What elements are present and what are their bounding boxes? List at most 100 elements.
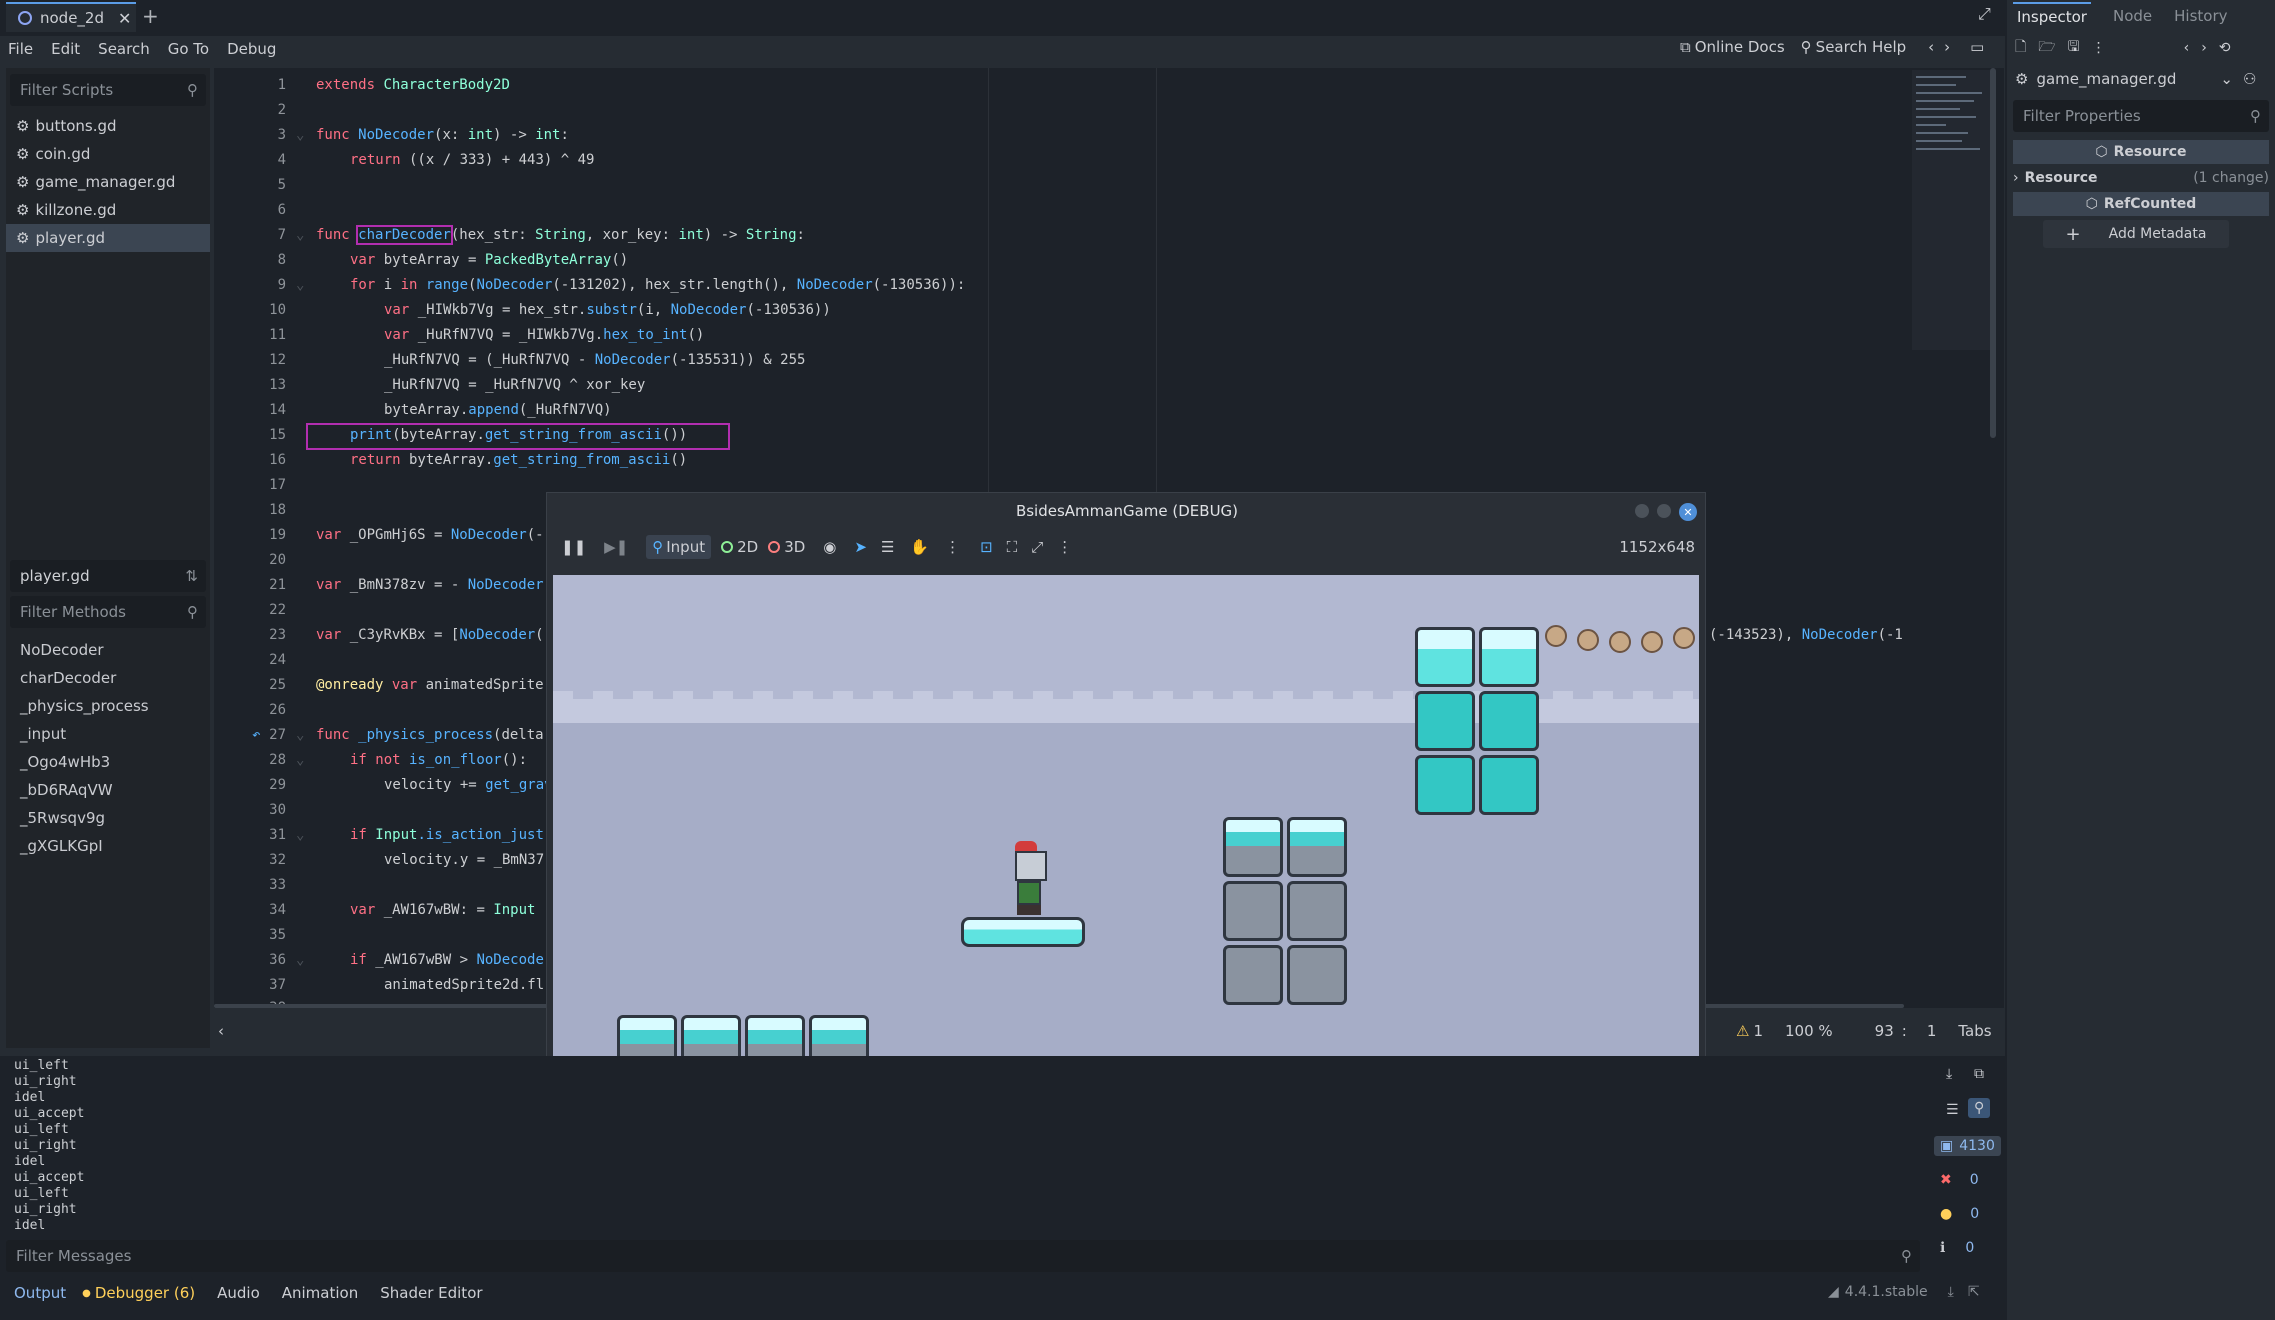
current-script-field[interactable]: player.gd ⇅ bbox=[10, 560, 206, 592]
search-help-button[interactable]: Search Help bbox=[1816, 38, 1907, 56]
menu-search[interactable]: Search bbox=[98, 40, 150, 58]
select-arrow-icon[interactable]: ➤ bbox=[854, 538, 867, 556]
tab-inspector[interactable]: Inspector bbox=[2013, 2, 2091, 30]
input-mode-button[interactable]: ⚲ Input bbox=[646, 535, 712, 559]
tab-debugger[interactable]: Debugger (6) bbox=[95, 1284, 195, 1302]
warning-count[interactable]: 1 bbox=[1753, 1022, 1763, 1040]
camera-override-icon[interactable]: ⊡ bbox=[980, 538, 993, 556]
menu-debug[interactable]: Debug bbox=[227, 40, 276, 58]
mode-3d-button[interactable]: 3D bbox=[768, 538, 805, 556]
chevron-right-icon[interactable]: › bbox=[2201, 40, 2207, 56]
more-vertical-icon[interactable]: ⋮ bbox=[1057, 538, 1072, 556]
online-docs-button[interactable]: Online Docs bbox=[1695, 38, 1785, 56]
tab-output[interactable]: Output bbox=[14, 1284, 66, 1302]
expand-panel-icon[interactable]: ⇱ bbox=[1968, 1284, 1980, 1300]
sort-icon[interactable]: ⇅ bbox=[185, 567, 198, 585]
warning-count-button[interactable]: ● 0 bbox=[1940, 1206, 1979, 1222]
code-token: get_string_from_ascii bbox=[484, 427, 662, 443]
filter-scripts-input[interactable]: Filter Scripts ⚲ bbox=[10, 74, 206, 106]
chain-bead bbox=[1545, 625, 1567, 647]
more-vertical-icon[interactable]: ⋮ bbox=[2092, 40, 2106, 56]
code-token: ( bbox=[535, 627, 544, 643]
method-item[interactable]: _Ogo4wHb3 bbox=[10, 748, 206, 776]
tab-animation[interactable]: Animation bbox=[282, 1284, 358, 1302]
game-window-titlebar[interactable]: BsidesAmmanGame (DEBUG) ✕ bbox=[547, 493, 1707, 529]
menu-goto[interactable]: Go To bbox=[168, 40, 209, 58]
pin-icon[interactable]: ⤓ bbox=[1948, 1284, 1954, 1300]
tab-node[interactable]: Node bbox=[2113, 7, 2152, 25]
method-item[interactable]: _physics_process bbox=[10, 692, 206, 720]
close-icon[interactable]: ✕ bbox=[118, 9, 131, 28]
method-item[interactable]: charDecoder bbox=[10, 664, 206, 692]
minimize-icon[interactable] bbox=[1635, 504, 1649, 518]
filter-properties-input[interactable]: Filter Properties ⚲ bbox=[2013, 100, 2269, 132]
filter-messages-input[interactable]: Filter Messages ⚲ bbox=[6, 1240, 1920, 1272]
clear-icon[interactable]: ⤓ bbox=[1946, 1066, 1952, 1082]
object-properties-icon[interactable]: ⚇ bbox=[2243, 70, 2256, 88]
output-side-buttons: ⤓ ⧉ ☰ ⚲ ▣ 4130 ✖ 0 ● 0 ℹ0 bbox=[1920, 1060, 2001, 1276]
scene-tab[interactable]: node_2d ✕ bbox=[6, 2, 136, 32]
fold-chevron-icon[interactable]: ⌄ bbox=[296, 948, 304, 973]
history-icon[interactable]: ⟲ bbox=[2219, 40, 2231, 56]
resource-selector[interactable]: ⚙ game_manager.gd ⌄ ⚇ bbox=[2007, 64, 2275, 94]
collapse-left-icon[interactable]: ‹ bbox=[218, 1022, 224, 1040]
section-resource-header[interactable]: ⬡ Resource bbox=[2013, 140, 2269, 164]
maximize-icon[interactable] bbox=[1657, 504, 1671, 518]
fold-chevron-icon[interactable]: ⌄ bbox=[296, 223, 304, 248]
fold-chevron-icon[interactable]: ⌄ bbox=[296, 273, 304, 298]
more-vertical-icon[interactable]: ⋮ bbox=[945, 538, 960, 556]
add-metadata-button[interactable]: + Add Metadata bbox=[2043, 220, 2229, 248]
line-number: 1 bbox=[277, 77, 286, 93]
log-count-button[interactable]: ▣ 4130 bbox=[1934, 1136, 2001, 1156]
add-tab-icon[interactable]: + bbox=[142, 4, 159, 28]
info-count-button[interactable]: ℹ0 bbox=[1940, 1240, 1974, 1256]
method-item[interactable]: _5Rwsqv9g bbox=[10, 804, 206, 832]
section-refcounted-header[interactable]: ⬡ RefCounted bbox=[2013, 192, 2269, 216]
script-item-killzone[interactable]: ⚙ killzone.gd bbox=[6, 196, 210, 224]
chevron-right-icon[interactable]: › bbox=[1944, 38, 1950, 56]
script-item-buttons[interactable]: ⚙ buttons.gd bbox=[6, 112, 210, 140]
fullscreen-icon[interactable]: ⤢ bbox=[1978, 4, 1991, 24]
fold-chevron-icon[interactable]: ⌄ bbox=[296, 723, 304, 748]
output-log[interactable]: ui_left ui_right idel ui_accept ui_left … bbox=[14, 1058, 84, 1234]
zoom-level[interactable]: 100 % bbox=[1785, 1022, 1833, 1040]
tab-history[interactable]: History bbox=[2174, 7, 2227, 25]
menu-file[interactable]: File bbox=[8, 40, 33, 58]
fit-icon[interactable]: ⛶ bbox=[1007, 538, 1018, 556]
step-frame-icon[interactable]: ▶❚ bbox=[604, 538, 628, 556]
resource-property-row[interactable]: › Resource (1 change) bbox=[2013, 166, 2269, 190]
tab-audio[interactable]: Audio bbox=[217, 1284, 260, 1302]
expand-icon[interactable]: ⤢ bbox=[1031, 538, 1043, 556]
filter-lines-icon[interactable]: ☰ bbox=[1946, 1102, 1959, 1118]
copy-icon[interactable]: ⧉ bbox=[1974, 1066, 1984, 1082]
script-item-coin[interactable]: ⚙ coin.gd bbox=[6, 140, 210, 168]
fold-chevron-icon[interactable]: ⌄ bbox=[296, 823, 304, 848]
chevron-left-icon[interactable]: ‹ bbox=[1928, 38, 1934, 56]
mode-2d-button[interactable]: 2D bbox=[721, 538, 758, 556]
search-toggle-icon[interactable]: ⚲ bbox=[1968, 1098, 1991, 1118]
method-item[interactable]: _gXGLKGpI bbox=[10, 832, 206, 860]
filter-methods-input[interactable]: Filter Methods ⚲ bbox=[10, 596, 206, 628]
open-folder-icon[interactable]: 🗁 bbox=[2038, 36, 2055, 60]
method-item[interactable]: _input bbox=[10, 720, 206, 748]
close-window-icon[interactable]: ✕ bbox=[1679, 503, 1697, 521]
method-item[interactable]: NoDecoder bbox=[10, 636, 206, 664]
chevron-left-icon[interactable]: ‹ bbox=[2184, 40, 2190, 56]
fold-chevron-icon[interactable]: ⌄ bbox=[296, 748, 304, 773]
menu-edit[interactable]: Edit bbox=[51, 40, 80, 58]
new-resource-icon[interactable]: 🗋 bbox=[2015, 36, 2026, 60]
script-item-player[interactable]: ⚙ player.gd bbox=[6, 224, 210, 252]
save-icon[interactable]: 🖫 bbox=[2068, 36, 2080, 60]
pan-hand-icon[interactable]: ✋ bbox=[910, 538, 929, 556]
script-item-game-manager[interactable]: ⚙ game_manager.gd bbox=[6, 168, 210, 196]
list-select-icon[interactable]: ☰ bbox=[881, 538, 894, 556]
fold-chevron-icon[interactable]: ⌄ bbox=[296, 123, 304, 148]
method-item[interactable]: _bD6RAqVW bbox=[10, 776, 206, 804]
panel-toggle-icon[interactable]: ▭ bbox=[1970, 38, 1984, 56]
error-count-button[interactable]: ✖ 0 bbox=[1940, 1172, 1979, 1188]
indent-mode[interactable]: Tabs bbox=[1958, 1022, 1991, 1040]
eye-icon[interactable]: ◉ bbox=[823, 538, 836, 556]
code-token: var bbox=[316, 577, 342, 593]
tab-shader-editor[interactable]: Shader Editor bbox=[380, 1284, 482, 1302]
pause-icon[interactable]: ❚❚ bbox=[561, 538, 586, 556]
